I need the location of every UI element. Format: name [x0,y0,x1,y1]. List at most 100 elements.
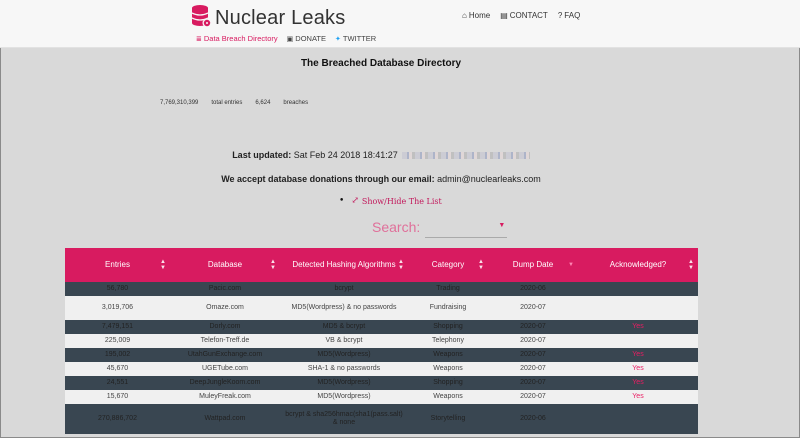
table-row[interactable]: 270,886,702 Wattpad.com bcrypt & sha256h… [65,404,698,434]
subnav-twitter-label: TWITTER [342,34,377,43]
cell-category: Weapons [433,350,463,358]
cell-entries: 45,670 [106,364,129,372]
sort-icon: ▲ ▼ [398,259,404,271]
sort-icon: ▲ ▼ [478,259,484,271]
nav-home[interactable]: ⌂ Home [462,11,490,20]
top-nav: ⌂ Home ▤ CONTACT ? FAQ [462,11,590,20]
subnav-data-breach-label: Data Breach Directory [203,34,278,43]
table-row[interactable]: 195,002 UtahGunExchange.com MD5(Wordpres… [65,348,698,362]
column-header-acknowledged[interactable]: Acknowledged? ▲ ▼ [578,248,698,282]
logo-database-icon [191,4,212,33]
cell-acknowledged: Yes [632,350,644,358]
cell-category: Shopping [433,322,463,330]
redacted-text [401,152,530,160]
cell-acknowledged: Yes [632,392,644,400]
cell-dump-date: 2020-07 [520,322,546,330]
cell-entries: 270,886,702 [98,414,137,422]
search-area: Search: ▼ [372,216,508,238]
total-entries-label: total entries [211,100,243,106]
nav-faq-label: FAQ [564,11,581,20]
top-bar: Nuclear Leaks ⌂ Home ▤ CONTACT ? FAQ [0,0,800,48]
donations-email[interactable]: admin@nuclearleaks.com [437,174,541,184]
table-row[interactable]: 56,780 Pacic.com bcrypt Trading 2020-06 [65,282,698,296]
cell-hash: bcrypt & sha256hmac(sha1(pass.salt) & no… [285,410,403,426]
expand-arrows-icon: ⤢ [351,196,359,206]
column-header-label: Acknowledged? [609,260,667,270]
column-header-entries[interactable]: Entries ▲ ▼ [65,248,170,282]
breach-table: Entries ▲ ▼ Database ▲ ▼ Detected Hashing Al… [65,248,698,434]
donations-line: We accept database donations through our… [0,174,762,184]
nav-faq[interactable]: ? FAQ [558,11,580,20]
cell-acknowledged [578,282,698,296]
column-header-hashing[interactable]: Detected Hashing Algorithms ▲ ▼ [280,248,408,282]
column-header-category[interactable]: Category ▲ ▼ [408,248,488,282]
cell-entries: 7,479,151 [101,322,134,330]
bullet: • [339,196,345,206]
cell-acknowledged [578,334,698,348]
nav-contact[interactable]: ▤ CONTACT [500,11,548,20]
cell-acknowledged: Yes [632,322,644,330]
cell-hash: MD5(Wordpress) [317,378,371,386]
cell-dump-date: 2020-07 [520,378,546,386]
table-row[interactable]: 3,019,706 Omaze.com MD5(Wordpress) & no … [65,296,698,320]
cell-database: Omaze.com [206,303,244,311]
cell-dump-date: 2020-07 [520,364,546,372]
column-header-dump-date[interactable]: Dump Date ▼ [488,248,578,282]
sub-nav: ≣ Data Breach Directory ▣ DONATE ✦ TWITT… [196,34,385,43]
toggle-list[interactable]: • ⤢ Show/Hide The List [339,196,442,206]
subnav-data-breach-directory[interactable]: ≣ Data Breach Directory [196,34,278,43]
twitter-icon: ✦ [334,35,341,43]
cell-acknowledged [578,296,698,320]
cell-category: Fundraising [429,303,467,311]
table-row[interactable]: 7,479,151 Dorly.com MD5 & bcrypt Shoppin… [65,320,698,334]
last-updated-value: Sat Feb 24 2018 18:41:27 [293,150,398,160]
breaches-value: 6,624 [255,100,271,106]
page-title: The Breached Database Directory [300,58,462,69]
cell-database: Pacic.com [208,284,242,292]
toggle-list-label: Show/Hide The List [361,196,442,206]
cell-category: Shopping [433,378,463,386]
cell-database: UtahGunExchange.com [187,350,263,358]
cell-category: Weapons [433,364,463,372]
cell-acknowledged: Yes [632,378,644,386]
column-header-label: Dump Date [512,260,554,270]
cell-hash: MD5(Wordpress) [317,350,371,358]
logo[interactable]: Nuclear Leaks [191,4,345,33]
subnav-twitter[interactable]: ✦ TWITTER [335,34,376,43]
cell-hash: MD5 & bcrypt [322,322,366,330]
table-row[interactable]: 24,551 DeepJungleKoom.com MD5(Wordpress)… [65,376,698,390]
nav-contact-label: CONTACT [509,11,548,20]
cell-dump-date: 2020-07 [520,303,546,311]
table-row[interactable]: 15,670 MuleyFreak.com MD5(Wordpress) Wea… [65,390,698,404]
cell-entries: 15,670 [106,392,129,400]
table-header: Entries ▲ ▼ Database ▲ ▼ Detected Hashing Al… [65,248,698,282]
cell-hash: VB & bcrypt [325,336,363,344]
search-select[interactable]: ▼ [425,216,508,238]
sort-icon: ▲ ▼ [160,259,166,271]
column-header-label: Category [431,260,465,270]
table-row[interactable]: 45,670 UGETube.com SHA-1 & no passwords … [65,362,698,376]
table-row[interactable]: 225,009 Telefon-Treff.de VB & bcrypt Tel… [65,334,698,348]
database-icon: ≣ [196,35,202,43]
cell-entries: 195,002 [104,350,131,358]
cell-database: MuleyFreak.com [199,392,251,400]
subnav-donate[interactable]: ▣ DONATE [287,34,326,43]
cell-entries: 24,551 [106,378,129,386]
cell-database: DeepJungleKoom.com [189,378,261,386]
cell-acknowledged: Yes [632,364,644,372]
home-icon: ⌂ [462,11,467,20]
search-label: Search: [372,219,421,235]
cell-hash: bcrypt [334,284,354,292]
cell-database: UGETube.com [201,364,249,372]
cell-dump-date: 2020-07 [520,392,546,400]
column-header-label: Database [207,260,243,270]
donations-label: We accept database donations through our… [221,174,435,184]
cell-category: Storytelling [430,414,466,422]
cell-hash: MD5(Wordpress) & no passwords [291,303,397,311]
total-entries-value: 7,769,310,399 [160,100,199,106]
column-header-database[interactable]: Database ▲ ▼ [170,248,280,282]
cell-entries: 56,780 [106,284,129,292]
contact-card-icon: ▤ [500,11,508,20]
cell-entries: 225,009 [104,336,131,344]
breaches-label: breaches [283,100,309,106]
